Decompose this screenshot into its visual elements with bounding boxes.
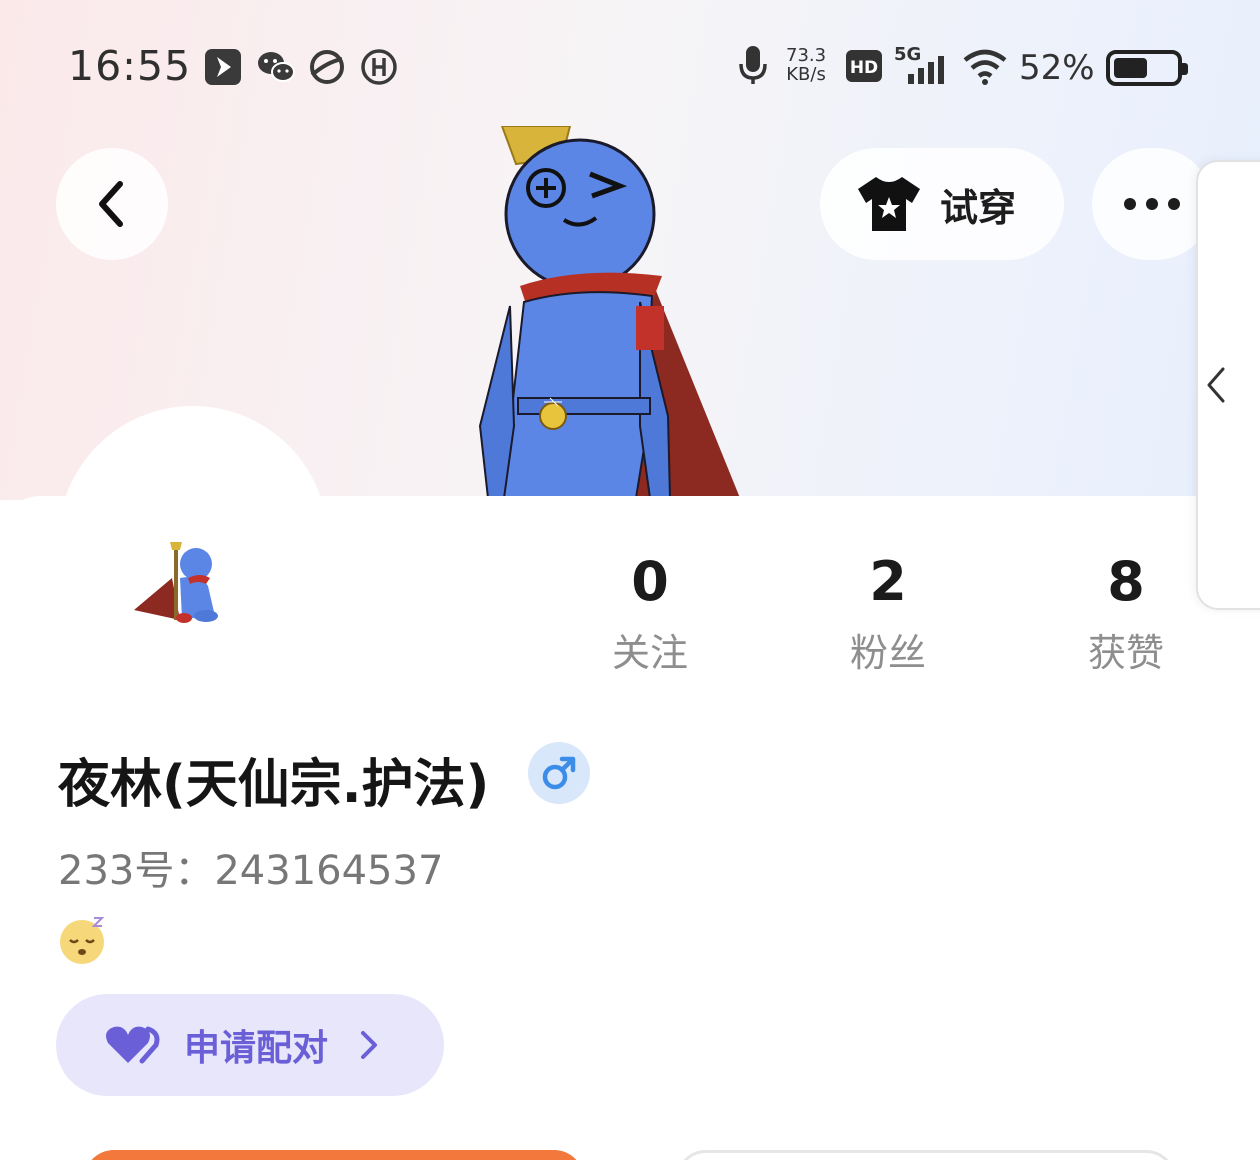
primary-action-button[interactable]: [84, 1150, 584, 1160]
stat-following-label: 关注: [611, 631, 688, 675]
chevron-left-icon: [99, 181, 123, 227]
user-id: 233号：243164537: [58, 848, 444, 894]
status-time: 16:55: [68, 42, 192, 90]
chevron-right-icon: [361, 1031, 378, 1059]
try-on-button[interactable]: 试穿: [820, 148, 1064, 260]
stat-followers-count: 2: [869, 550, 907, 613]
microphone-icon: [736, 44, 770, 92]
stat-following[interactable]: 0 关注: [570, 550, 730, 677]
more-dot: [1146, 198, 1158, 210]
stat-following-count: 0: [631, 550, 669, 613]
battery-percent: 52%: [1019, 48, 1095, 88]
network-speed-unit: KB/s: [786, 64, 826, 85]
wifi-icon: [962, 46, 1008, 90]
battery-nub: [1182, 63, 1188, 75]
status-bar: 16:55 73.3 KB/s HD 5G 52%: [0, 28, 1260, 108]
more-dot: [1124, 198, 1136, 210]
stat-followers-label: 粉丝: [849, 631, 926, 675]
user-avatar[interactable]: [110, 520, 250, 660]
apply-pairing-button[interactable]: 申请配对: [56, 994, 444, 1096]
try-on-label: 试穿: [940, 185, 1017, 230]
apply-pairing-label: 申请配对: [184, 1028, 329, 1069]
side-drawer-handle[interactable]: [1196, 160, 1260, 610]
gender-male-badge: [528, 742, 590, 804]
back-button[interactable]: [56, 148, 168, 260]
character-avatar-3d[interactable]: [440, 126, 760, 498]
planet-app-icon: [308, 48, 346, 90]
stat-likes-label: 获赞: [1087, 631, 1164, 675]
chevron-left-small-icon: [1207, 367, 1225, 403]
male-symbol-icon: [542, 756, 576, 790]
bank-app-icon: [360, 48, 398, 90]
profile-screen: 16:55 73.3 KB/s HD 5G 52% 试穿 0 关注 2 粉丝 8…: [0, 0, 1260, 1160]
network-speed: 73.3 KB/s: [786, 46, 826, 84]
battery-icon: [1106, 50, 1188, 86]
stat-followers[interactable]: 2 粉丝: [808, 550, 968, 677]
stat-likes[interactable]: 8 获赞: [1046, 550, 1206, 677]
network-type: 5G: [894, 44, 921, 65]
sleepy-emoji-icon[interactable]: [58, 914, 110, 966]
battery-fill: [1114, 58, 1147, 78]
hd-badge: HD: [846, 50, 882, 86]
more-options-button[interactable]: [1092, 148, 1212, 260]
signal-5g-icon: 5G: [894, 42, 950, 92]
more-dot: [1168, 198, 1180, 210]
tshirt-icon: [858, 177, 920, 231]
secondary-action-button[interactable]: [676, 1150, 1176, 1160]
wechat-icon: [256, 48, 296, 90]
app-notification-icon: [204, 48, 242, 90]
double-heart-icon: [106, 1026, 160, 1064]
profile-nickname: 夜林(天仙宗.护法): [58, 755, 490, 815]
stat-likes-count: 8: [1107, 550, 1145, 613]
network-speed-value: 73.3: [786, 45, 827, 66]
hd-text: HD: [850, 58, 878, 78]
